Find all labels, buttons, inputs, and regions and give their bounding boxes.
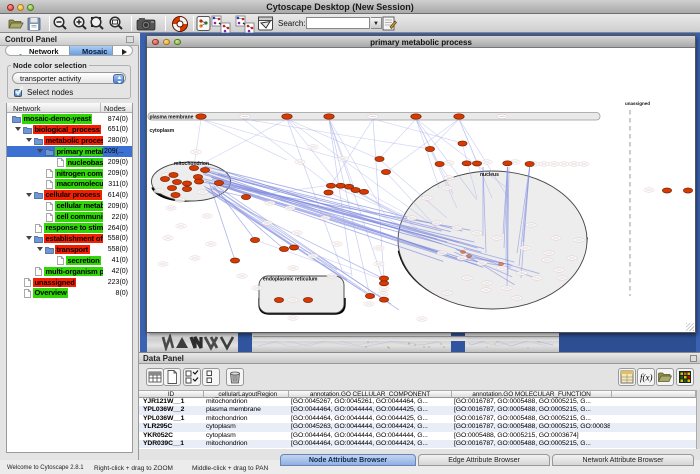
svg-text:f(x): f(x): [640, 373, 653, 383]
svg-text:plasma membrane: plasma membrane: [150, 115, 194, 121]
svg-text:unassigned: unassigned: [625, 101, 650, 106]
svg-text:nucleus: nucleus: [480, 172, 499, 178]
svg-text:mitochondrion: mitochondrion: [174, 161, 209, 167]
svg-text:endoplasmic reticulum: endoplasmic reticulum: [263, 277, 318, 283]
svg-text:cytoplasm: cytoplasm: [150, 128, 175, 134]
